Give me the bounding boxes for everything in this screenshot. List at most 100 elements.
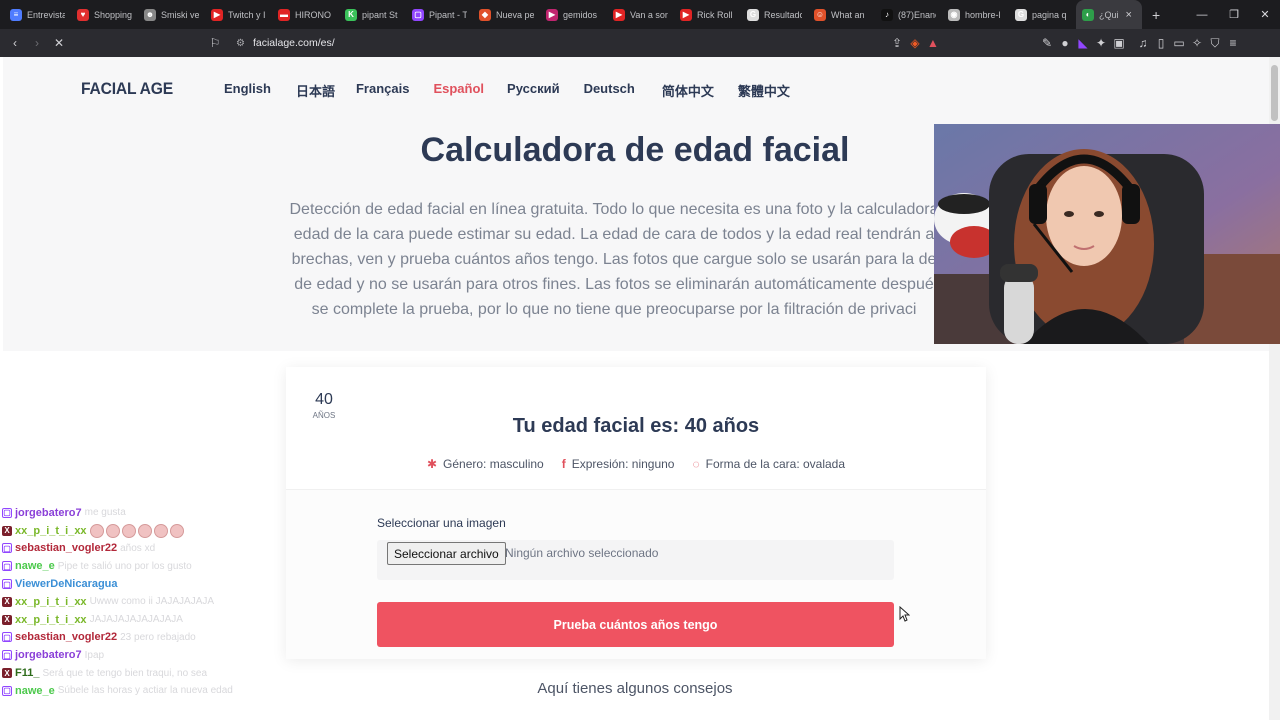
browser-tab[interactable]: ▶ Twitch y I: [205, 0, 272, 29]
chat-text: JAJAJAJAJAJAJAJA: [89, 614, 183, 626]
brave-shield-icon[interactable]: ◈: [906, 34, 924, 52]
lang-link[interactable]: English: [224, 81, 271, 100]
browser-tab[interactable]: Kpipant St: [339, 0, 406, 29]
new-tab-button[interactable]: +: [1152, 7, 1160, 23]
chat-badge-icon: ▢: [2, 650, 12, 661]
tab-favicon-icon: ▶: [680, 8, 692, 21]
browser-tab[interactable]: ◐ ¿Qui ×: [1076, 0, 1142, 29]
chat-username: xx_p_i_t_i_xx: [15, 613, 87, 626]
wallet-icon[interactable]: ▭: [1170, 34, 1188, 52]
chat-username: sebastian_vogler22: [15, 631, 118, 644]
chat-text: Será que te tengo bien traqui, no sea: [42, 667, 208, 679]
tab-title: Van a son: [630, 9, 668, 20]
tab-title: pipant St: [362, 9, 398, 20]
share-icon[interactable]: ⇪: [888, 34, 906, 52]
minimize-button[interactable]: —: [1186, 0, 1218, 29]
back-icon[interactable]: ‹: [6, 34, 24, 52]
chat-message: ▢ jorgebatero7 me gusta: [2, 504, 302, 522]
lang-link[interactable]: 繁體中文: [738, 81, 790, 100]
address-bar[interactable]: ⚙ facialage.com/es/: [236, 35, 335, 51]
sidebar-icon[interactable]: ▯: [1152, 34, 1170, 52]
browser-tab[interactable]: ▬ HIRONO: [272, 0, 339, 29]
choose-file-button[interactable]: Seleccionar archivo: [387, 542, 506, 565]
file-input[interactable]: Seleccionar archivo Ningún archivo selec…: [377, 540, 894, 580]
music-icon[interactable]: ♫: [1134, 34, 1152, 52]
chat-badge-icon: ▢: [2, 579, 12, 590]
browser-tab[interactable]: ♥ Shopping: [71, 0, 138, 29]
browser-tab[interactable]: ▶ gemidos: [540, 0, 607, 29]
chat-text: Súbele las horas y actiar la nueva edad: [57, 685, 233, 697]
vpn-icon[interactable]: ⛉: [1206, 34, 1224, 52]
webcam-overlay: [934, 124, 1280, 344]
bookmark-icon[interactable]: ⚐: [206, 34, 224, 52]
tab-close-icon[interactable]: ×: [1126, 9, 1132, 21]
stop-loading-icon[interactable]: ✕: [50, 34, 68, 52]
lang-link[interactable]: Русский: [507, 81, 560, 100]
emote-icon: [153, 523, 168, 538]
chat-username: nawe_e: [15, 560, 55, 573]
browser-tab[interactable]: ▶ Rick Roll: [674, 0, 741, 29]
lang-link[interactable]: 日本語: [296, 81, 335, 100]
chat-message: ▢ jorgebatero7 Ipap: [2, 646, 302, 664]
chat-message: ▢ sebastian_vogler22 23 pero rebajado: [2, 629, 302, 647]
lang-link[interactable]: Français: [356, 81, 409, 100]
browser-tab[interactable]: ☻ Smiski ve: [138, 0, 205, 29]
lang-link[interactable]: 简体中文: [662, 81, 714, 100]
chat-badge-icon: ▢: [2, 561, 12, 572]
chat-username: jorgebatero7: [15, 649, 82, 662]
browser-tab[interactable]: ♪ (87)Enanc: [875, 0, 942, 29]
tab-favicon-icon: G: [1015, 8, 1027, 21]
screenshot-icon[interactable]: ▣: [1110, 34, 1128, 52]
forward-icon[interactable]: ›: [28, 34, 46, 52]
tab-strip: ≡ Entrevista ♥ Shopping ☻ Smiski ve ▶ Twitch y …: [0, 0, 1280, 29]
tab-favicon-icon: ≡: [10, 8, 22, 21]
tab-title: Nueva pe: [496, 9, 534, 20]
result-card: 40 AÑOS Tu edad facial es: 40 años ✱ Géne…: [286, 367, 986, 659]
stream-chat-overlay: ▢ jorgebatero7 me gusta Xxx_p_i_t_i_xx ▢ seba…: [2, 490, 302, 700]
scroll-thumb[interactable]: [1271, 65, 1278, 121]
hero-description: Detección de edad facial en línea gratui…: [269, 197, 959, 322]
rewards-icon[interactable]: ▲: [924, 34, 942, 52]
close-window-button[interactable]: ✕: [1249, 0, 1280, 29]
hero-desc-line: edad de la cara puede estimar su edad. L…: [293, 226, 935, 243]
tab-favicon-icon: K: [345, 8, 357, 21]
browser-tab[interactable]: ◉ hombre-l: [942, 0, 1009, 29]
chat-badge-icon: ▢: [2, 685, 12, 696]
browser-tab[interactable]: ◆ Nueva pe: [473, 0, 540, 29]
emote-icon: [121, 523, 136, 538]
avatar-extension-icon[interactable]: ●: [1056, 34, 1074, 52]
pen-icon[interactable]: ✎: [1038, 34, 1056, 52]
chat-text: Ipap: [84, 649, 105, 661]
twitch-extension-icon[interactable]: ◣: [1074, 34, 1092, 52]
lang-link[interactable]: Español: [433, 81, 484, 100]
chat-text: 23 pero rebajado: [120, 631, 196, 643]
lang-link[interactable]: Deutsch: [584, 81, 635, 100]
tab-title: ¿Qui: [1099, 9, 1119, 20]
tab-title: Pipant - T: [429, 9, 467, 20]
emote-icon: [169, 523, 184, 538]
maximize-button[interactable]: ❐: [1218, 0, 1250, 29]
browser-tab[interactable]: ▶ Van a son: [607, 0, 674, 29]
facebook-icon: f: [561, 457, 566, 471]
extensions-icon[interactable]: ✦: [1092, 34, 1110, 52]
chat-message: X F11_ Será que te tengo bien traqui, no s…: [2, 664, 302, 682]
tab-title: What an: [831, 9, 865, 20]
submit-button[interactable]: Prueba cuántos años tengo: [377, 602, 894, 647]
site-logo[interactable]: FACIAL AGE: [81, 79, 173, 99]
browser-tab[interactable]: ☺ What an: [808, 0, 875, 29]
leo-ai-icon[interactable]: ✧: [1188, 34, 1206, 52]
tab-favicon-icon: ◉: [948, 8, 960, 21]
mouse-cursor-icon: [899, 605, 911, 627]
result-attributes: ✱ Género: masculino f Expresión: ninguno ◌…: [286, 457, 986, 471]
face-shape-text: Forma de la cara: ovalada: [705, 457, 846, 471]
chat-message: ▢ sebastian_vogler22 años xd: [2, 540, 302, 558]
site-info-icon[interactable]: ⚙: [236, 38, 245, 49]
tab-favicon-icon: ▶: [211, 8, 223, 21]
browser-tab[interactable]: ▢ Pipant - T: [406, 0, 473, 29]
gender-icon: ✱: [426, 457, 438, 471]
tab-title: Resultado: [764, 9, 802, 20]
menu-icon[interactable]: ≡: [1224, 34, 1242, 52]
browser-tab[interactable]: G Resultado: [741, 0, 808, 29]
browser-tab[interactable]: ≡ Entrevista: [4, 0, 71, 29]
browser-tab[interactable]: Gpagina q: [1009, 0, 1076, 29]
